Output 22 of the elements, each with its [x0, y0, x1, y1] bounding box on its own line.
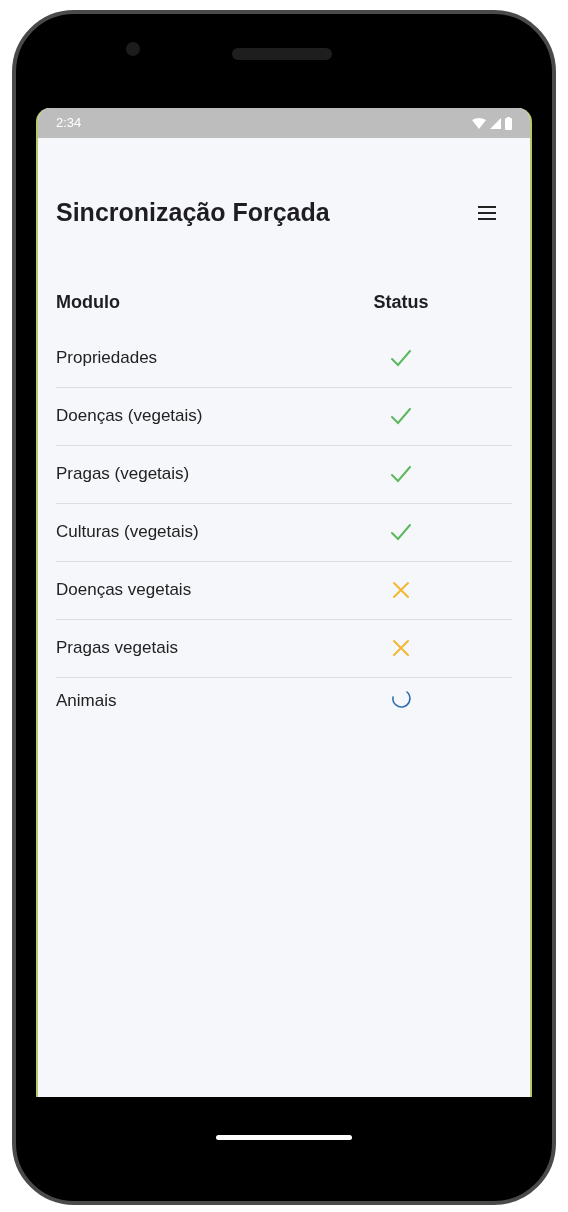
- column-header: Modulo: [56, 291, 121, 314]
- column-header: Status: [372, 291, 430, 314]
- module-name: Pragas vegetais: [56, 637, 179, 660]
- check-icon: [390, 463, 412, 485]
- wifi-icon: [472, 117, 486, 129]
- battery-icon: [505, 116, 512, 130]
- module-name: Doenças (vegetais): [56, 405, 204, 428]
- module-name: Propriedades: [56, 347, 159, 370]
- menu-icon[interactable]: [478, 205, 496, 220]
- module-name: Animais: [56, 689, 118, 712]
- module-name: Pragas (vegetais): [56, 463, 191, 486]
- status-time: 2:34: [56, 114, 82, 133]
- module-name: Culturas (vegetais): [56, 521, 200, 544]
- signal-icon: [490, 117, 501, 129]
- check-icon: [390, 347, 412, 369]
- check-icon: [390, 521, 412, 543]
- camera-icon: [126, 42, 140, 56]
- cross-icon: [390, 579, 412, 601]
- check-icon: [390, 405, 412, 427]
- cross-icon: [390, 637, 412, 659]
- page-title: Sincronização Forçada: [56, 197, 330, 228]
- module-name: Doenças vegetais: [56, 579, 193, 602]
